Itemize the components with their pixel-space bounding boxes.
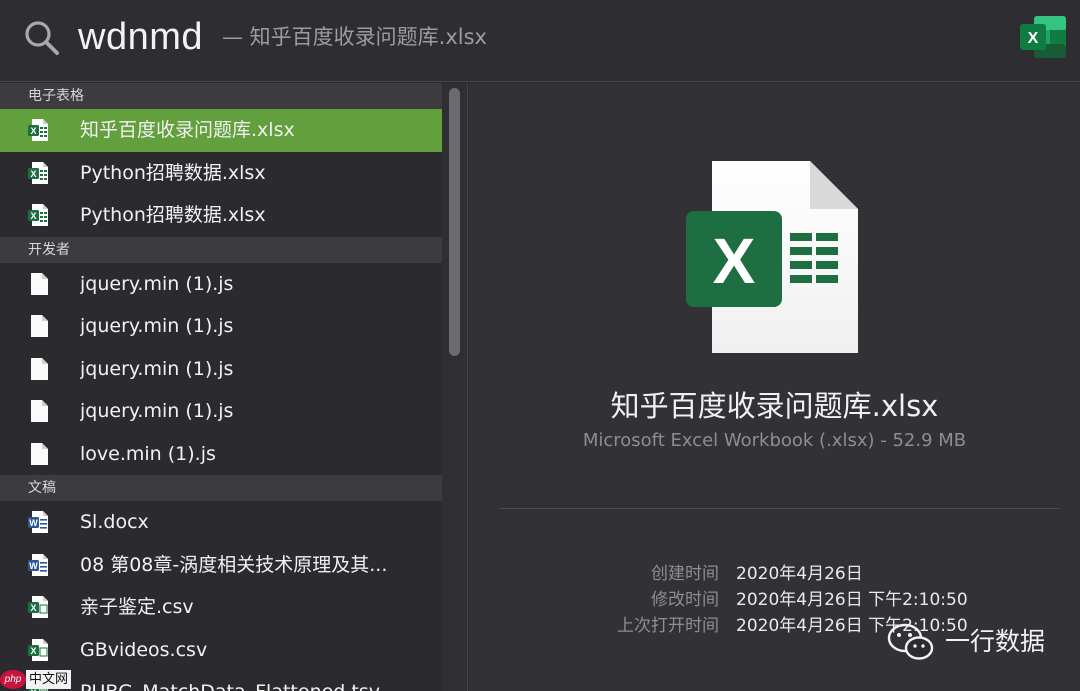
blank-file-icon <box>28 272 50 296</box>
result-item-label: Python招聘数据.xlsx <box>80 161 266 184</box>
svg-text:X: X <box>713 225 756 297</box>
meta-row-modified: 修改时间 2020年4月26日 下午2:10:50 <box>469 587 1080 613</box>
preview-pane: X 知乎百度收录问题库.xlsx Microsoft Excel Workboo… <box>469 83 1080 691</box>
section-header: 电子表格 <box>0 83 442 109</box>
php-badge: php <box>0 670 26 689</box>
preview-file-kind-size: Microsoft Excel Workbook (.xlsx) - 52.9 … <box>582 430 967 451</box>
result-item[interactable]: jquery.min (1).js <box>0 263 442 306</box>
blank-file-icon <box>28 314 50 338</box>
result-item-label: jquery.min (1).js <box>80 315 234 337</box>
meta-value: 2020年4月26日 <box>736 564 863 584</box>
excel-file-icon: X <box>28 118 50 142</box>
meta-key: 创建时间 <box>651 564 719 584</box>
svg-text:X: X <box>30 169 36 179</box>
result-item-label: jquery.min (1).js <box>80 272 234 295</box>
excel-file-icon: X <box>28 161 50 185</box>
section-header: 文稿 <box>0 475 442 501</box>
wechat-icon <box>887 623 934 660</box>
meta-value: 2020年4月26日 下午2:10:50 <box>736 590 968 610</box>
result-item[interactable]: X 知乎百度收录问题库.xlsx <box>0 109 442 152</box>
csv-file-icon: X <box>28 595 50 619</box>
result-item-label: Python招聘数据.xlsx <box>80 204 266 226</box>
svg-text:X: X <box>30 603 36 613</box>
blank-file-icon <box>28 399 50 423</box>
search-icon <box>25 21 59 55</box>
word-file-icon: W <box>28 510 50 534</box>
result-item-label: love.min (1).js <box>80 442 216 465</box>
result-item-label: jquery.min (1).js <box>80 357 234 380</box>
csv-file-icon: X <box>28 638 50 662</box>
svg-text:X: X <box>30 646 36 656</box>
svg-text:W: W <box>29 518 38 528</box>
result-item[interactable]: jquery.min (1).js <box>0 390 442 433</box>
result-item-label: jquery.min (1).js <box>80 400 234 422</box>
php-cn-watermark: php 中文网 <box>0 670 72 691</box>
preview-file-name: 知乎百度收录问题库.xlsx <box>610 389 939 423</box>
svg-text:W: W <box>29 561 38 571</box>
php-text: 中文网 <box>26 670 72 689</box>
blank-file-icon <box>28 357 50 381</box>
result-item[interactable]: X GBvideos.csv <box>0 629 442 672</box>
result-item[interactable]: jquery.min (1).js <box>0 305 442 348</box>
excel-app-icon: X <box>1020 16 1066 58</box>
svg-text:X: X <box>1028 30 1039 47</box>
result-item[interactable]: jquery.min (1).js <box>0 348 442 391</box>
excel-file-icon: X <box>28 203 50 227</box>
result-item-label: 亲子鉴定.csv <box>80 596 194 618</box>
search-query[interactable]: wdnmd <box>78 12 203 62</box>
blank-file-icon <box>28 442 50 466</box>
results-list[interactable]: 电子表格 X 知乎百度收录问题库.xlsx X Python招聘数据.xlsx X Pyth… <box>0 83 442 691</box>
result-item-label: 08 第08章-涡度相关技术原理及其... <box>80 553 388 576</box>
result-item-label: Sl.docx <box>80 511 149 533</box>
meta-row-created: 创建时间 2020年4月26日 <box>469 561 1080 587</box>
word-file-icon: W <box>28 553 50 577</box>
preview-divider <box>499 508 1059 509</box>
meta-key: 修改时间 <box>651 590 719 610</box>
result-item[interactable]: X Python招聘数据.xlsx <box>0 152 442 195</box>
section-header: 开发者 <box>0 236 442 263</box>
meta-key: 上次打开时间 <box>617 616 719 636</box>
search-completion-hint: — 知乎百度收录问题库.xlsx <box>222 25 487 49</box>
result-item[interactable]: W Sl.docx <box>0 501 442 544</box>
result-item[interactable]: X 亲子鉴定.csv <box>0 586 442 629</box>
result-item-label: PUBG_MatchData_Flattened.tsv <box>80 671 380 691</box>
results-scrollbar-thumb[interactable] <box>449 88 460 356</box>
svg-text:X: X <box>30 126 36 136</box>
svg-text:X: X <box>30 211 36 221</box>
result-item[interactable]: W 08 第08章-涡度相关技术原理及其... <box>0 544 442 587</box>
excel-document-icon: X <box>686 161 858 353</box>
result-item[interactable]: X Python招聘数据.xlsx <box>0 194 442 237</box>
result-item-label: 知乎百度收录问题库.xlsx <box>80 119 295 141</box>
result-item-label: GBvideos.csv <box>80 638 208 661</box>
watermark-text: 一行数据 <box>945 627 1046 656</box>
result-item[interactable]: love.min (1).js <box>0 433 442 476</box>
spotlight-search-bar[interactable]: wdnmd — 知乎百度收录问题库.xlsx X <box>0 0 1080 82</box>
